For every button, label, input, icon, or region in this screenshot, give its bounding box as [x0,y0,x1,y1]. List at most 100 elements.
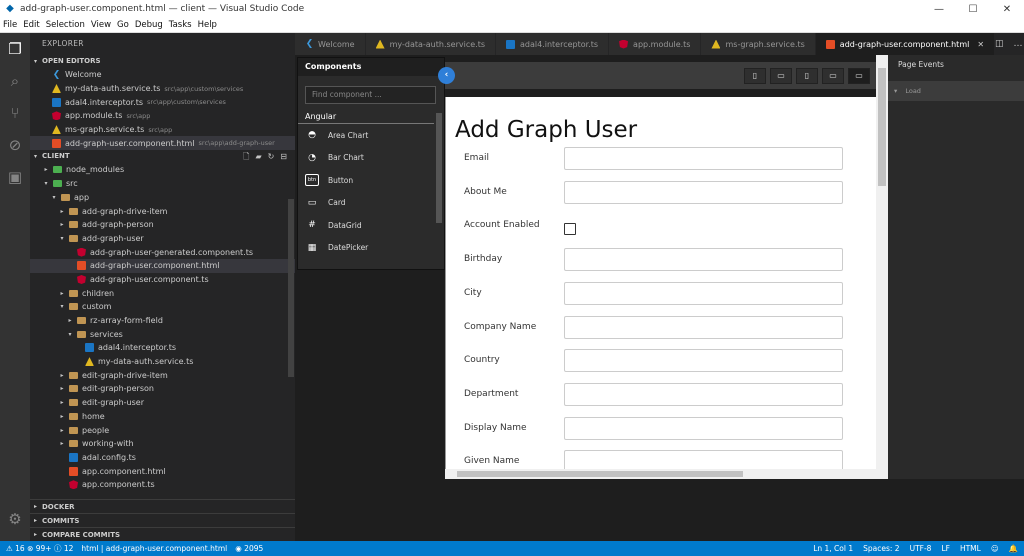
indentation-status[interactable]: Spaces: 2 [863,544,899,553]
collapse-all-icon[interactable]: ⊟ [280,150,287,163]
tree-folder[interactable]: ▸ node_modules [30,163,295,177]
open-editor-item[interactable]: add-graph-user.component.html src\app\add… [30,136,295,151]
editor-tab[interactable]: add-graph-user.component.html ✕ [815,33,996,55]
menu-debug[interactable]: Debug [132,20,166,30]
tree-folder[interactable]: ▾ app [30,191,295,205]
field-checkbox[interactable] [564,223,576,236]
tree-folder[interactable]: ▾ custom [30,300,295,314]
preview-scroll-thumb[interactable] [878,68,886,186]
eol-status[interactable]: LF [941,544,950,553]
menu-edit[interactable]: Edit [20,20,42,30]
extensions-icon[interactable]: ▣ [0,161,30,193]
open-editor-item[interactable]: adal4.interceptor.ts src\app\custom\servi… [30,95,295,109]
phone-landscape-icon[interactable]: ▭ [770,67,792,84]
components-scrollbar[interactable] [436,113,442,223]
open-editor-item[interactable]: app.module.ts src\app [30,109,295,123]
tree-folder[interactable]: ▾ services [30,327,295,341]
open-editor-item[interactable]: ❮ Welcome [30,68,295,82]
open-editors-header[interactable]: ▾ OPEN EDITORS [30,55,295,68]
open-editor-item[interactable]: ms-graph.service.ts src\app [30,123,295,137]
feedback-icon[interactable]: ☺ [991,544,999,553]
tablet-landscape-icon[interactable]: ▭ [822,67,844,84]
source-control-icon[interactable]: ⑂ [0,97,30,129]
menu-help[interactable]: Help [195,20,220,30]
field-input[interactable] [564,248,843,272]
encoding-status[interactable]: UTF-8 [910,544,932,553]
tree-folder[interactable]: ▸ add-graph-person [30,218,295,232]
tree-folder[interactable]: ▸ children [30,286,295,300]
minimize-button[interactable]: — [922,4,956,15]
menu-tasks[interactable]: Tasks [166,20,195,30]
components-category[interactable]: Angular [298,110,434,124]
field-input[interactable] [564,147,843,170]
debug-icon[interactable]: ⊘ [0,129,30,161]
close-button[interactable]: ✕ [990,4,1024,15]
field-input[interactable] [564,349,843,373]
sidebar-scrollbar[interactable] [288,199,294,377]
component-item[interactable]: btn Button [298,169,444,192]
current-file-status[interactable]: html | add-graph-user.component.html [81,544,227,553]
problems-status[interactable]: ⚠ 16 ⊗ 99+ ⓘ 12 [6,543,73,554]
field-input[interactable] [564,281,843,305]
component-search-input[interactable]: Find component ... [305,86,436,104]
component-item[interactable]: ▭ Card [298,192,444,215]
component-item[interactable]: # DataGrid [298,214,444,237]
split-editor-icon[interactable]: ◫ [995,39,1004,49]
open-editor-item[interactable]: my-data-auth.service.ts src\app\custom\se… [30,82,295,96]
field-input[interactable] [564,180,843,204]
tablet-portrait-icon[interactable]: ▯ [796,67,818,84]
tree-folder[interactable]: ▸ people [30,423,295,437]
docker-header[interactable]: ▸ DOCKER [30,499,295,513]
tree-file[interactable]: adal4.interceptor.ts [30,341,295,355]
lines-status[interactable]: ◉ 2095 [235,544,263,553]
cursor-position[interactable]: Ln 1, Col 1 [813,544,853,553]
preview-hscroll-thumb[interactable] [457,471,743,477]
tree-folder[interactable]: ▸ edit-graph-drive-item [30,368,295,382]
editor-tab[interactable]: adal4.interceptor.ts [496,33,610,55]
tree-file[interactable]: add-graph-user.component.ts [30,273,295,287]
event-item-load[interactable]: ▾ Load [888,81,1024,101]
refresh-icon[interactable]: ↻ [268,150,275,163]
notifications-icon[interactable]: 🔔 [1009,544,1018,553]
field-input[interactable] [564,450,843,469]
component-item[interactable]: ▦ DatePicker [298,237,444,260]
tree-folder[interactable]: ▸ edit-graph-person [30,382,295,396]
menu-view[interactable]: View [88,20,114,30]
client-header[interactable]: ▾ CLIENT 🗋 ▰ ↻ ⊟ [30,150,295,163]
menu-file[interactable]: File [0,20,20,30]
editor-tab[interactable]: my-data-auth.service.ts [365,33,496,55]
tree-folder[interactable]: ▸ rz-array-form-field [30,314,295,328]
collapse-panel-icon[interactable]: ‹ [438,67,455,84]
tree-file[interactable]: adal.config.ts [30,451,295,465]
new-folder-icon[interactable]: ▰ [255,150,261,163]
field-input[interactable] [564,416,843,440]
language-status[interactable]: HTML [960,544,981,553]
component-item[interactable]: ◔ Bar Chart [298,147,444,170]
field-input[interactable] [564,315,843,339]
explorer-icon[interactable]: ❐ [0,33,30,65]
menu-selection[interactable]: Selection [43,20,88,30]
tree-folder[interactable]: ▸ add-graph-drive-item [30,204,295,218]
search-icon[interactable]: ⌕ [0,65,30,97]
desktop-icon[interactable]: ▭ [848,67,870,84]
component-item[interactable]: ◓ Area Chart [298,124,444,147]
close-tab-icon[interactable]: ✕ [977,40,984,49]
new-file-icon[interactable]: 🗋 [243,150,249,163]
tree-folder[interactable]: ▸ home [30,410,295,424]
compare-commits-header[interactable]: ▸ COMPARE COMMITS [30,527,295,541]
editor-tab[interactable]: ms-graph.service.ts [701,33,816,55]
tree-folder[interactable]: ▾ add-graph-user [30,232,295,246]
more-actions-icon[interactable]: … [1014,39,1023,49]
maximize-button[interactable]: ☐ [956,4,990,15]
editor-tab[interactable]: ❮ Welcome [295,33,366,55]
tree-folder[interactable]: ▸ working-with [30,437,295,451]
tree-file[interactable]: add-graph-user.component.html [30,258,295,273]
settings-icon[interactable]: ⚙ [0,503,30,535]
phone-portrait-icon[interactable]: ▯ [744,67,766,84]
tree-file[interactable]: app.component.html [30,464,295,478]
tree-file[interactable]: my-data-auth.service.ts [30,355,295,369]
tree-folder[interactable]: ▸ edit-graph-user [30,396,295,410]
field-input[interactable] [564,382,843,406]
commits-header[interactable]: ▸ COMMITS [30,513,295,527]
tree-folder[interactable]: ▾ src [30,177,295,191]
